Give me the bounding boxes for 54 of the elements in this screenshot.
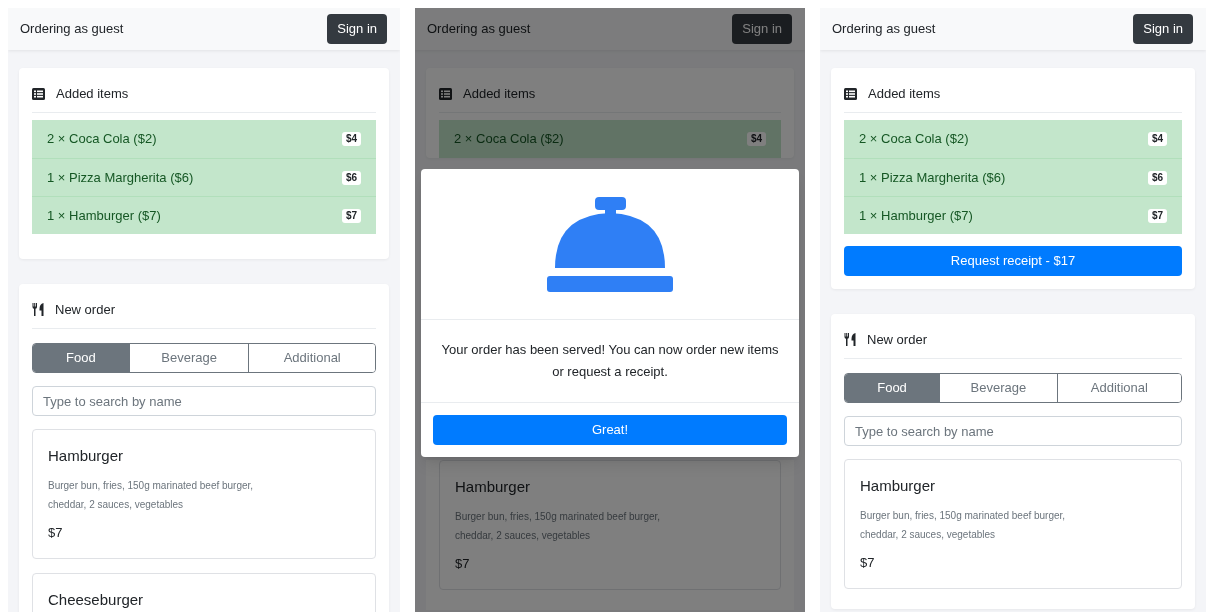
product-description: Burger bun, fries, 150g marinated beef burger, cheddar, 2 sauces, vegetables	[455, 510, 662, 543]
list-icon	[32, 87, 45, 100]
bell-icon	[547, 196, 673, 292]
product-description: Burger bun, fries, 150g marinated beef burger, cheddar, 2 sauces, vegetables	[860, 509, 1067, 542]
card-title: New order	[867, 330, 927, 349]
card-title: Added items	[868, 84, 941, 103]
added-item-text: 1 × Hamburger ($7)	[859, 206, 973, 225]
product-card[interactable]: Hamburger Burger bun, fries, 150g marinated beef burger, cheddar, 2 sauces, vegetables $7	[32, 429, 376, 559]
product-price: $7	[48, 524, 64, 542]
added-item-text: 1 × Pizza Margherita ($6)	[47, 168, 194, 187]
sign-in-button[interactable]: Sign in	[1133, 14, 1193, 44]
category-tab[interactable]: Additional	[1056, 374, 1181, 402]
list-icon	[844, 87, 857, 100]
price-badge: $4	[746, 132, 766, 146]
card-title: New order	[55, 300, 115, 319]
added-item-text: 2 × Coca Cola ($2)	[454, 130, 564, 149]
product-price: $7	[455, 555, 471, 573]
card-title: Added items	[463, 84, 536, 103]
added-item-text: 1 × Pizza Margherita ($6)	[859, 168, 1006, 187]
added-item-text: 1 × Hamburger ($7)	[47, 206, 161, 225]
price-badge: $6	[1147, 170, 1167, 185]
category-tab[interactable]: Food	[845, 374, 940, 402]
product-card[interactable]: Hamburger Burger bun, fries, 150g marinated beef burger, cheddar, 2 sauces, vegetables $7	[439, 460, 781, 590]
utensils-icon	[844, 333, 856, 346]
sign-in-button[interactable]: Sign in	[732, 14, 792, 44]
product-price: $7	[860, 554, 876, 572]
product-name: Cheeseburger	[48, 590, 145, 610]
category-tab[interactable]: Food	[33, 344, 129, 372]
search-field[interactable]: Type to search by name	[844, 416, 1182, 446]
price-badge: $7	[1147, 208, 1167, 223]
request-receipt-button[interactable]: Request receipt - $17	[844, 246, 1182, 276]
added-item-text: 2 × Coca Cola ($2)	[47, 130, 157, 149]
price-badge: $4	[1147, 132, 1167, 146]
product-name: Hamburger	[48, 446, 125, 466]
category-tab[interactable]: Additional	[248, 344, 375, 372]
product-name: Hamburger	[860, 476, 937, 496]
served-message: Your order has been served! You can now order new items or request a receipt.	[440, 341, 780, 381]
great-button[interactable]: Great!	[433, 415, 787, 445]
guest-status: Ordering as guest	[20, 20, 124, 39]
price-badge: $4	[341, 132, 361, 146]
product-name: Hamburger	[455, 477, 532, 497]
sign-in-button[interactable]: Sign in	[327, 14, 387, 44]
product-card[interactable]: Hamburger Burger bun, fries, 150g marinated beef burger, cheddar, 2 sauces, vegetables $7	[844, 459, 1182, 589]
utensils-icon	[32, 303, 44, 316]
guest-status: Ordering as guest	[427, 20, 531, 39]
product-description: Burger bun, fries, 150g marinated beef burger, cheddar, 2 sauces, vegetables	[48, 479, 255, 512]
card-title: Added items	[56, 84, 129, 103]
guest-status: Ordering as guest	[832, 20, 936, 39]
product-card[interactable]: Cheeseburger	[32, 573, 376, 612]
price-badge: $6	[341, 170, 361, 185]
added-item-text: 2 × Coca Cola ($2)	[859, 130, 969, 149]
search-field[interactable]: Type to search by name	[32, 386, 376, 416]
price-badge: $7	[341, 208, 361, 223]
list-icon	[439, 87, 452, 100]
